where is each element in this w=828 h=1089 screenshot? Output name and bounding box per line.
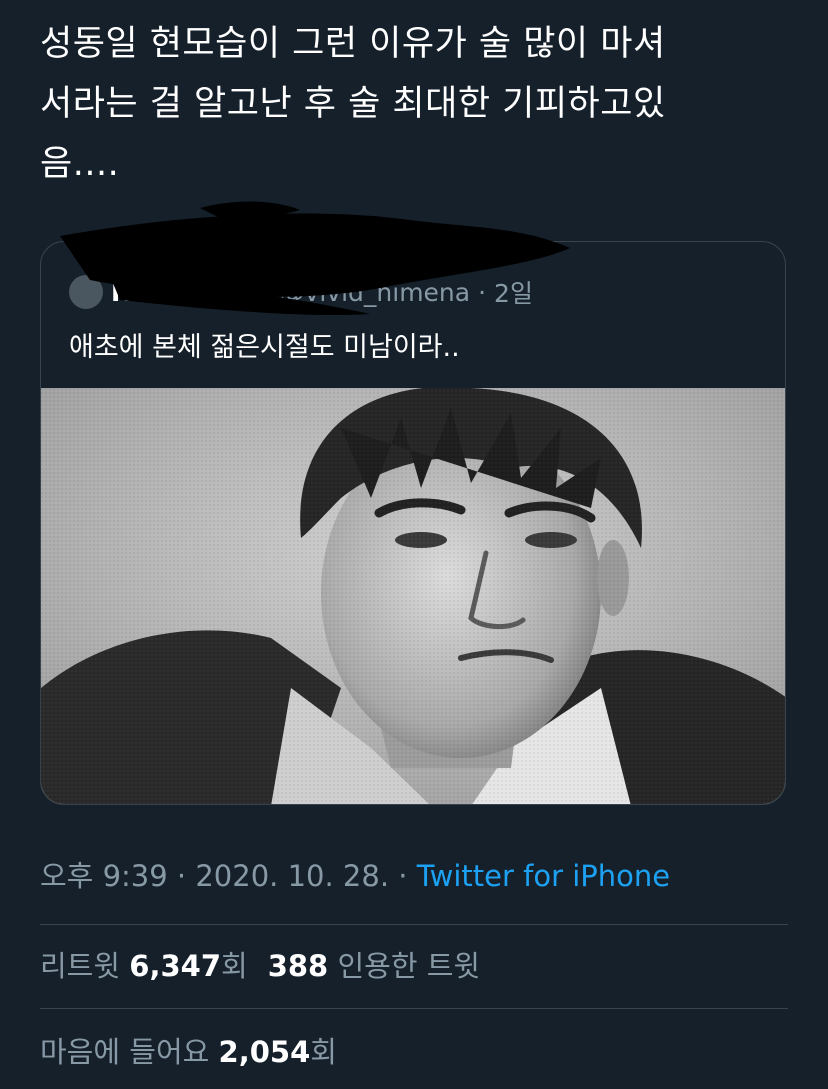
separator-dot: · bbox=[398, 859, 408, 893]
divider bbox=[40, 1008, 788, 1009]
likes-stat[interactable]: 마음에 들어요 2,054회 bbox=[40, 1032, 337, 1072]
quote-tweets-stat[interactable]: 388 인용한 트윗 bbox=[268, 949, 480, 983]
separator-dot: · bbox=[478, 277, 487, 307]
quote-tweets-label: 인용한 트윗 bbox=[337, 949, 481, 983]
quoted-tweet-photo[interactable] bbox=[41, 388, 785, 804]
quoted-tweet-text: 애초에 본체 젊은시절도 미남이라.. bbox=[69, 332, 460, 363]
retweets-suffix: 회 bbox=[221, 949, 248, 983]
retweets-label: 리트윗 bbox=[40, 949, 121, 983]
quoted-tweet-header[interactable]: Himena Koi @vivid_himena · 2일 bbox=[69, 272, 533, 312]
engagement-stats: 리트윗 6,347회 388 인용한 트윗 bbox=[40, 946, 480, 986]
quote-tweets-count: 388 bbox=[267, 949, 329, 983]
portrait-photo bbox=[41, 388, 785, 804]
likes-count: 2,054 bbox=[218, 1035, 311, 1069]
tweet-source-link[interactable]: Twitter for iPhone bbox=[417, 859, 670, 893]
avatar[interactable] bbox=[69, 275, 103, 309]
tweet-time[interactable]: 오후 9:39 bbox=[40, 859, 168, 893]
quoted-relative-time[interactable]: 2일 bbox=[494, 274, 533, 310]
separator-dot: · bbox=[176, 859, 187, 893]
likes-suffix: 회 bbox=[310, 1035, 337, 1069]
likes-label: 마음에 들어요 bbox=[40, 1035, 210, 1069]
quoted-tweet-card[interactable]: Himena Koi @vivid_himena · 2일 애초에 본체 젊은시… bbox=[40, 241, 786, 805]
tweet-meta: 오후 9:39 · 2020. 10. 28. · Twitter for iP… bbox=[40, 856, 670, 896]
tweet-text: 성동일 현모습이 그런 이유가 술 많이 마셔 서라는 걸 알고난 후 술 최대… bbox=[40, 24, 666, 184]
quoted-author-name[interactable]: Himena Koi bbox=[111, 278, 272, 307]
tweet-date[interactable]: 2020. 10. 28. bbox=[195, 859, 389, 893]
retweets-count: 6,347 bbox=[129, 949, 221, 983]
quoted-author-handle[interactable]: @vivid_himena bbox=[280, 278, 471, 307]
divider bbox=[40, 924, 788, 925]
retweets-stat[interactable]: 리트윗 6,347회 bbox=[40, 949, 248, 983]
